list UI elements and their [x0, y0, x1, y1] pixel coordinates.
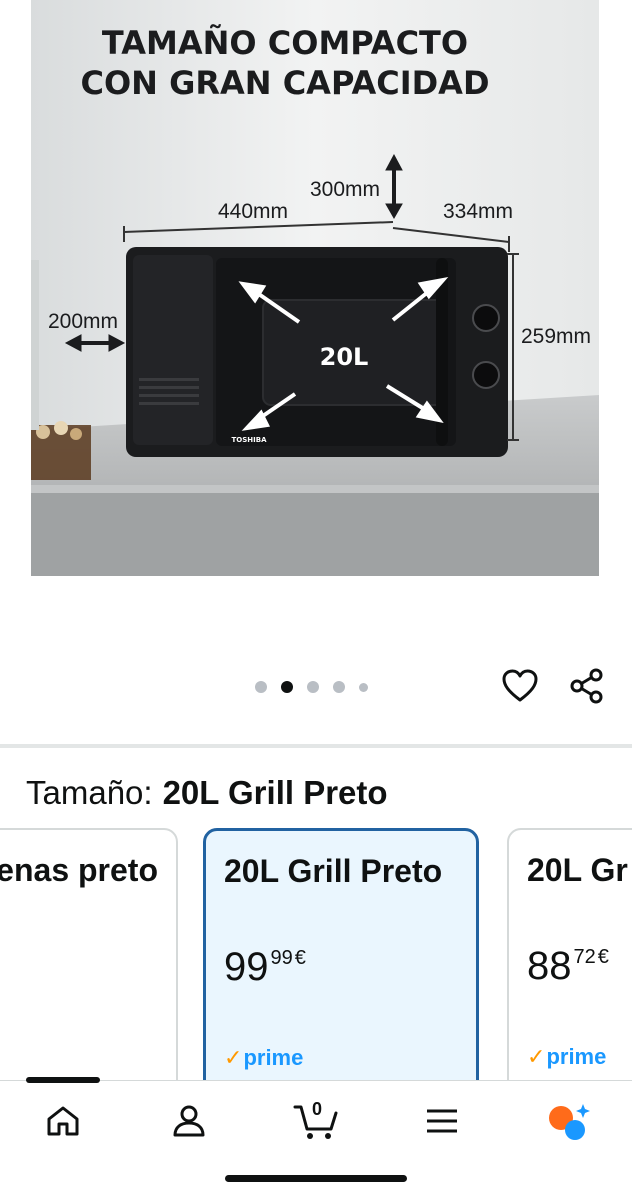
menu-icon — [427, 1109, 457, 1133]
price-whole: 99 — [224, 945, 269, 989]
nav-rufus-button[interactable] — [538, 1093, 598, 1149]
variant-card-selected[interactable]: 20L Grill Preto 99 99 € ✓prime — [203, 828, 479, 1080]
carousel-dot[interactable] — [359, 682, 368, 692]
bottom-navigation-bar: 0 — [0, 1077, 632, 1164]
price-currency: € — [597, 946, 609, 968]
active-tab-indicator — [26, 1077, 100, 1083]
microwave-illustration — [126, 247, 508, 457]
nav-menu-button[interactable] — [412, 1093, 472, 1149]
product-image[interactable]: TAMAÑO COMPACTO CON GRAN CAPACIDAD 440mm… — [31, 0, 599, 576]
price-currency: € — [294, 947, 306, 969]
prime-label: prime — [243, 1045, 304, 1070]
dimension-depth: 334mm — [443, 200, 513, 223]
size-label-value: 20L Grill Preto — [162, 774, 388, 811]
nav-account-button[interactable] — [159, 1093, 219, 1149]
dimension-width: 440mm — [218, 200, 288, 223]
rufus-icon — [549, 1104, 590, 1140]
price-fraction: 72 — [573, 946, 596, 968]
variant-name: 20L Gr — [527, 852, 628, 888]
brand-label: TOSHIBA — [232, 436, 268, 444]
dimension-side: 200mm — [48, 310, 118, 333]
share-button[interactable] — [567, 666, 607, 706]
variant-name: enas preto — [0, 852, 158, 888]
dimension-height: 259mm — [521, 325, 591, 348]
carousel-dot[interactable] — [307, 681, 319, 693]
size-variant-carousel[interactable]: enas preto 20L Grill Preto 99 99 € ✓prime … — [0, 826, 632, 1080]
prime-label: prime — [546, 1044, 607, 1069]
variant-card[interactable]: enas preto — [0, 828, 178, 1080]
section-divider — [0, 744, 632, 748]
favorite-button[interactable] — [500, 666, 540, 706]
headline-line-1: TAMAÑO COMPACTO — [102, 24, 468, 62]
nav-cart-button[interactable]: 0 — [286, 1093, 346, 1149]
carousel-dot[interactable] — [333, 681, 345, 693]
carousel-pagination[interactable] — [255, 680, 368, 694]
variant-name: 20L Grill Preto — [224, 853, 443, 889]
dimension-height-top: 300mm — [310, 178, 380, 201]
system-home-indicator[interactable] — [225, 1175, 407, 1182]
prime-badge: ✓prime — [527, 1044, 606, 1070]
prime-check-icon: ✓ — [224, 1045, 243, 1070]
price-fraction: 99 — [270, 947, 293, 969]
size-selector-label: Tamaño: 20L Grill Preto — [26, 770, 388, 816]
price-whole: 88 — [527, 944, 572, 988]
prime-check-icon: ✓ — [527, 1044, 546, 1069]
prime-badge: ✓prime — [224, 1045, 303, 1071]
share-icon — [570, 668, 603, 704]
carousel-dot[interactable] — [255, 681, 267, 693]
home-icon — [47, 1106, 79, 1136]
variant-card[interactable]: 20L Gr 88 72 € ✓prime — [507, 828, 632, 1080]
heart-icon — [502, 669, 538, 702]
image-carousel-controls — [0, 640, 632, 736]
account-icon — [173, 1105, 205, 1137]
nav-home-button[interactable] — [33, 1093, 93, 1149]
size-label-key: Tamaño: — [26, 774, 153, 811]
capacity-label: 20L — [320, 343, 369, 371]
headline-line-2: CON GRAN CAPACIDAD — [80, 64, 489, 102]
variant-price: 88 72 € — [527, 942, 609, 990]
cart-count-badge: 0 — [312, 1099, 323, 1119]
carousel-dot-active[interactable] — [281, 681, 293, 693]
variant-price: 99 99 € — [224, 943, 306, 991]
